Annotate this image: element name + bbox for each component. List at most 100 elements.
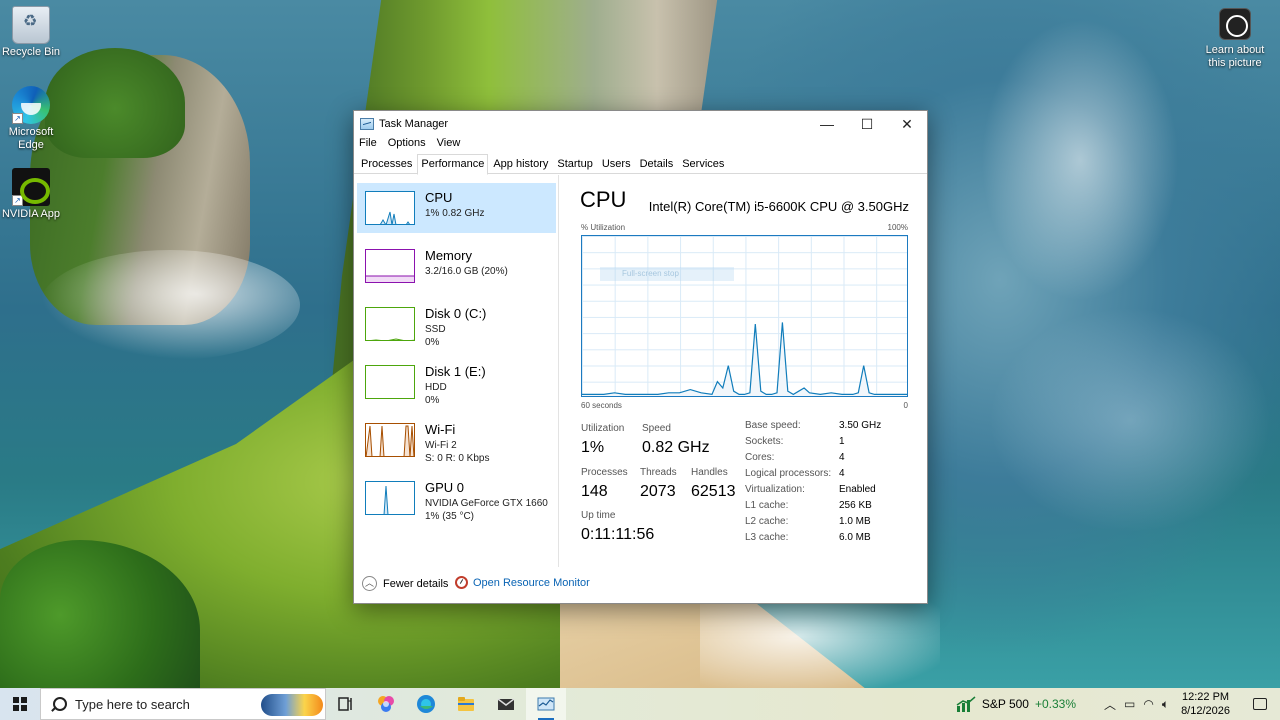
stock-change: +0.33% bbox=[1034, 697, 1077, 711]
wifi-icon[interactable]: ◠ bbox=[1143, 697, 1153, 711]
menu-bar: File Options View bbox=[354, 137, 927, 154]
desktop-icon-label: NVIDIA App bbox=[1, 208, 61, 220]
taskbar-mail[interactable] bbox=[486, 688, 526, 720]
desktop-icon-nvidia[interactable]: ↗ NVIDIA App bbox=[0, 168, 62, 221]
learn-about-picture[interactable]: Learn about this picture bbox=[1202, 8, 1268, 70]
fewer-details-label: Fewer details bbox=[383, 577, 449, 590]
spec-row: Virtualization: Enabled bbox=[745, 484, 876, 495]
resource-detail: NVIDIA GeForce GTX 1660 1% (35 °C) bbox=[425, 498, 548, 522]
wallpaper-sparkle bbox=[930, 0, 1280, 560]
tab-services[interactable]: Services bbox=[678, 154, 728, 174]
resource-sidebar: CPU 1% 0.82 GHz Memory 3.2/16.0 GB (20%)… bbox=[357, 183, 556, 531]
cpu-detail-panel: CPU Intel(R) Core(TM) i5-6600K CPU @ 3.5… bbox=[580, 175, 915, 567]
disk1-thumbnail-graph bbox=[365, 365, 415, 399]
resource-gpu0[interactable]: GPU 0 NVIDIA GeForce GTX 1660 1% (35 °C) bbox=[357, 473, 556, 523]
taskbar: Type here to search S&P 500 +0.33% ︿ ▭ ◠… bbox=[0, 688, 1280, 720]
spec-row: Base speed: 3.50 GHz bbox=[745, 420, 882, 431]
resource-disk1[interactable]: Disk 1 (E:) HDD 0% bbox=[357, 357, 556, 407]
folder-icon bbox=[458, 697, 474, 711]
tab-performance[interactable]: Performance bbox=[417, 154, 489, 175]
cpu-heading: CPU bbox=[580, 187, 627, 212]
stat-label: Utilization bbox=[581, 423, 625, 434]
spec-row: Cores: 4 bbox=[745, 452, 845, 463]
resource-name: GPU 0 bbox=[425, 480, 465, 495]
resource-name: Memory bbox=[425, 248, 472, 263]
shortcut-arrow-icon: ↗ bbox=[12, 113, 23, 124]
tab-users[interactable]: Users bbox=[598, 154, 635, 174]
performance-body: CPU 1% 0.82 GHz Memory 3.2/16.0 GB (20%)… bbox=[354, 175, 927, 567]
edge-icon: ↗ bbox=[12, 86, 50, 124]
tab-processes[interactable]: Processes bbox=[357, 154, 416, 174]
stat-label: Up time bbox=[581, 510, 616, 521]
stat-value: 62513 bbox=[691, 483, 736, 500]
resource-name: CPU bbox=[425, 190, 453, 205]
resource-name: Disk 0 (C:) bbox=[425, 306, 487, 321]
resource-name: Wi-Fi bbox=[425, 422, 456, 437]
system-tray: S&P 500 +0.33% ︿ ▭ ◠ 🔈︎ 12:22 PM 8/12/20… bbox=[956, 688, 1280, 720]
resource-wifi[interactable]: Wi-Fi Wi-Fi 2 S: 0 R: 0 Kbps bbox=[357, 415, 556, 465]
tab-app-history[interactable]: App history bbox=[489, 154, 552, 174]
title-bar[interactable]: Task Manager — ☐ ✕ bbox=[354, 111, 927, 137]
minimize-button[interactable]: — bbox=[807, 111, 847, 137]
tab-startup[interactable]: Startup bbox=[553, 154, 596, 174]
clock-date: 8/12/2026 bbox=[1181, 705, 1230, 717]
menu-file[interactable]: File bbox=[359, 137, 377, 154]
resource-cpu[interactable]: CPU 1% 0.82 GHz bbox=[357, 183, 556, 233]
edge-icon bbox=[417, 695, 435, 713]
stat-value: 0.82 GHz bbox=[642, 439, 710, 456]
window-footer: ︿ Fewer details Open Resource Monitor bbox=[354, 573, 927, 595]
cpu-utilization-graph[interactable]: Full-screen stop bbox=[581, 235, 908, 397]
start-button[interactable] bbox=[0, 688, 40, 720]
spec-row: L2 cache: 1.0 MB bbox=[745, 516, 871, 527]
desktop-icon-label: Recycle Bin bbox=[1, 46, 61, 58]
disk0-thumbnail-graph bbox=[365, 307, 415, 341]
menu-view[interactable]: View bbox=[437, 137, 461, 154]
time-axis-label: 60 seconds bbox=[581, 401, 622, 410]
taskbar-copilot[interactable] bbox=[366, 688, 406, 720]
resource-detail: 1% 0.82 GHz bbox=[425, 208, 485, 219]
window-title: Task Manager bbox=[379, 118, 449, 130]
open-resource-monitor-link[interactable]: Open Resource Monitor bbox=[455, 576, 590, 589]
tab-details[interactable]: Details bbox=[636, 154, 678, 174]
fewer-details-button[interactable]: ︿ Fewer details bbox=[362, 576, 448, 591]
time-axis-end: 0 bbox=[903, 401, 908, 410]
chevron-up-icon: ︿ bbox=[362, 576, 377, 591]
wifi-thumbnail-graph bbox=[365, 423, 415, 457]
volume-icon[interactable]: 🔈︎ bbox=[1162, 697, 1169, 712]
notification-button[interactable] bbox=[1240, 688, 1280, 720]
task-view-button[interactable] bbox=[326, 688, 366, 720]
notification-icon bbox=[1253, 698, 1267, 710]
tab-strip: Processes Performance App history Startu… bbox=[354, 154, 927, 175]
stat-value: 0:11:11:56 bbox=[581, 526, 655, 543]
learn-about-label: Learn about this picture bbox=[1205, 44, 1265, 69]
resource-monitor-icon bbox=[455, 576, 468, 589]
stock-widget[interactable]: S&P 500 +0.33% bbox=[956, 696, 1076, 712]
memory-thumbnail-graph bbox=[365, 249, 415, 283]
cpu-utilization-plot bbox=[582, 322, 907, 396]
stat-label: Handles bbox=[691, 467, 728, 478]
taskbar-edge[interactable] bbox=[406, 688, 446, 720]
taskbar-task-manager[interactable] bbox=[526, 688, 566, 720]
maximize-button[interactable]: ☐ bbox=[847, 111, 887, 137]
cpu-model: Intel(R) Core(TM) i5-6600K CPU @ 3.50GHz bbox=[648, 199, 909, 214]
stat-label: Threads bbox=[640, 467, 677, 478]
mail-icon bbox=[497, 698, 515, 710]
taskbar-clock[interactable]: 12:22 PM 8/12/2026 bbox=[1181, 690, 1230, 718]
stat-value: 2073 bbox=[640, 483, 676, 500]
menu-options[interactable]: Options bbox=[388, 137, 426, 154]
wallpaper-surf bbox=[40, 250, 300, 360]
taskbar-search-box[interactable]: Type here to search bbox=[40, 688, 326, 720]
battery-plug-icon[interactable]: ▭ bbox=[1124, 697, 1135, 711]
resource-memory[interactable]: Memory 3.2/16.0 GB (20%) bbox=[357, 241, 556, 291]
desktop-icon-recycle-bin[interactable]: Recycle Bin bbox=[0, 6, 62, 59]
stock-name: S&P 500 bbox=[981, 697, 1029, 711]
close-button[interactable]: ✕ bbox=[887, 111, 927, 137]
taskbar-file-explorer[interactable] bbox=[446, 688, 486, 720]
resource-disk0[interactable]: Disk 0 (C:) SSD 0% bbox=[357, 299, 556, 349]
search-highlight-icon bbox=[261, 694, 323, 716]
wallpaper-rock-top bbox=[45, 48, 185, 158]
desktop-icon-edge[interactable]: ↗ Microsoft Edge bbox=[0, 86, 62, 152]
chevron-up-icon[interactable]: ︿ bbox=[1104, 696, 1116, 713]
resource-detail: SSD 0% bbox=[425, 324, 446, 348]
resource-name: Disk 1 (E:) bbox=[425, 364, 486, 379]
